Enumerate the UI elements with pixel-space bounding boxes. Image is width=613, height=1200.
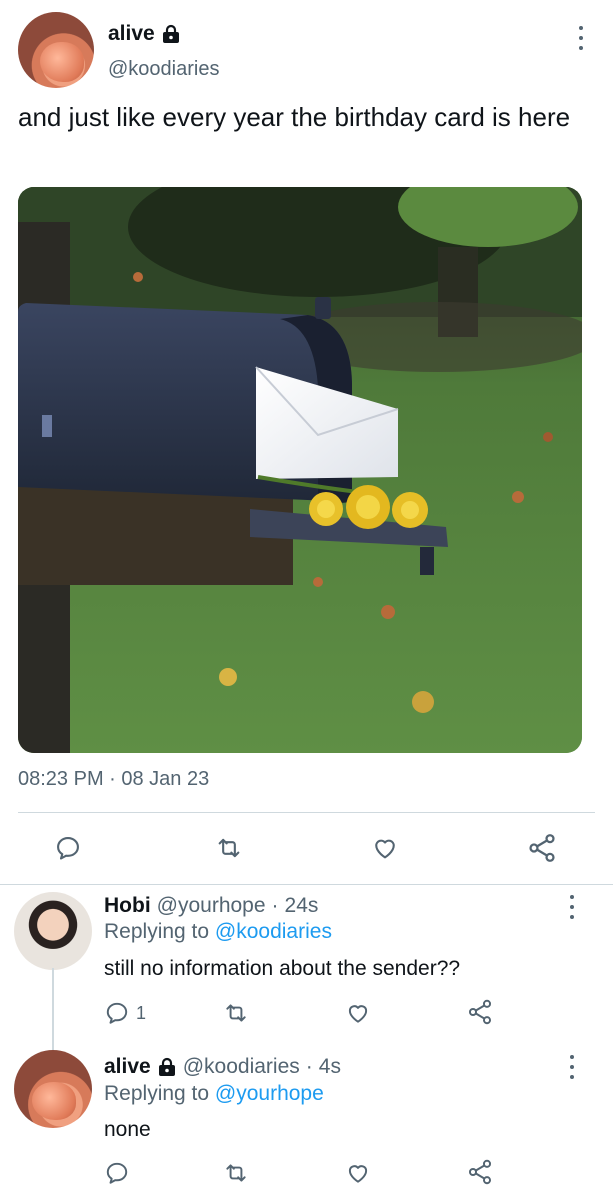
share-button[interactable] bbox=[526, 832, 558, 864]
avatar[interactable] bbox=[18, 12, 94, 88]
replying-to: Replying to @yourhope bbox=[104, 1082, 324, 1106]
share-icon bbox=[529, 834, 555, 862]
reply-button[interactable] bbox=[104, 1160, 130, 1186]
share-icon bbox=[468, 999, 492, 1025]
tweet-photo bbox=[18, 187, 582, 753]
replying-to-link[interactable]: @yourhope bbox=[215, 1082, 324, 1105]
avatar[interactable] bbox=[14, 1050, 92, 1128]
avatar-image bbox=[40, 42, 84, 82]
lock-icon bbox=[162, 24, 179, 43]
heart-icon bbox=[348, 1165, 368, 1183]
retweet-button[interactable] bbox=[222, 1000, 250, 1026]
separator: · bbox=[305, 1055, 313, 1078]
like-button[interactable] bbox=[344, 1000, 372, 1026]
share-button[interactable] bbox=[466, 998, 494, 1026]
display-name: alive bbox=[108, 22, 155, 45]
like-button[interactable] bbox=[370, 834, 400, 862]
avatar[interactable] bbox=[14, 892, 92, 970]
replying-to: Replying to @koodiaries bbox=[104, 920, 332, 944]
divider bbox=[18, 812, 595, 813]
retweet-button[interactable] bbox=[222, 1160, 250, 1186]
reply-time: 24s bbox=[284, 894, 319, 917]
reply-time: 4s bbox=[318, 1055, 341, 1078]
share-icon bbox=[468, 1159, 492, 1185]
display-name: Hobi bbox=[104, 894, 151, 917]
avatar-image bbox=[32, 1082, 76, 1120]
retweet-icon bbox=[226, 1004, 246, 1022]
tweet-media[interactable] bbox=[18, 187, 582, 753]
reply-author[interactable]: alive @koodiaries · 4s bbox=[104, 1055, 341, 1079]
replying-prefix: Replying to bbox=[104, 1082, 210, 1105]
reply-icon bbox=[106, 1162, 128, 1184]
like-button[interactable] bbox=[344, 1160, 372, 1186]
retweet-icon bbox=[218, 838, 240, 858]
replying-prefix: Replying to bbox=[104, 920, 210, 943]
author-handle[interactable]: @koodiaries bbox=[108, 58, 219, 81]
replying-to-link[interactable]: @koodiaries bbox=[215, 920, 332, 943]
reply-text: none bbox=[104, 1118, 151, 1141]
more-vertical-icon[interactable] bbox=[567, 1055, 577, 1079]
thread-line bbox=[52, 968, 54, 1052]
reply-author[interactable]: Hobi @yourhope · 24s bbox=[104, 894, 318, 918]
reply-icon bbox=[106, 1002, 128, 1024]
separator: · bbox=[271, 894, 279, 917]
reply-icon bbox=[57, 837, 79, 860]
divider bbox=[0, 884, 613, 885]
lock-icon bbox=[158, 1057, 175, 1076]
display-name: alive bbox=[104, 1055, 151, 1078]
heart-icon bbox=[348, 1005, 368, 1023]
reply-button[interactable] bbox=[54, 834, 82, 862]
tweet-text: and just like every year the birthday ca… bbox=[18, 102, 571, 132]
retweet-icon bbox=[226, 1164, 246, 1182]
more-vertical-icon[interactable] bbox=[567, 895, 577, 919]
tweet-timestamp[interactable]: 08:23 PM · 08 Jan 23 bbox=[18, 768, 209, 791]
author-name[interactable]: alive bbox=[108, 22, 181, 46]
author-handle: @yourhope bbox=[156, 894, 266, 917]
share-button[interactable] bbox=[466, 1158, 494, 1186]
reply-button[interactable]: 1 bbox=[104, 1000, 146, 1026]
heart-icon bbox=[375, 839, 395, 859]
author-handle: @koodiaries bbox=[182, 1055, 300, 1078]
retweet-button[interactable] bbox=[214, 834, 244, 862]
more-vertical-icon[interactable] bbox=[576, 26, 586, 50]
reply-count: 1 bbox=[136, 1002, 147, 1023]
reply-text: still no information about the sender?? bbox=[104, 957, 461, 980]
